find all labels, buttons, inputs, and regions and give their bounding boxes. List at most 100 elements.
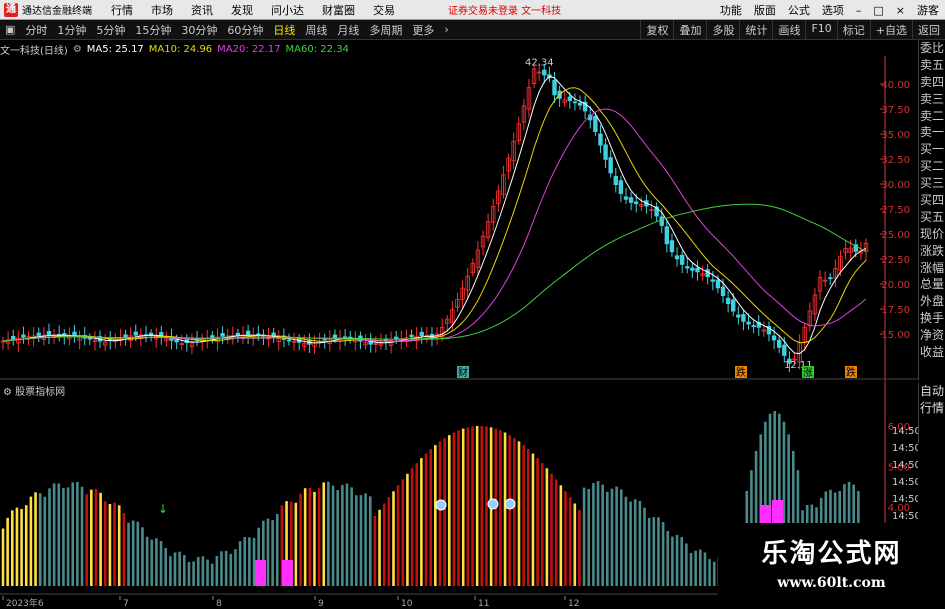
menu-item-discover[interactable]: 发现 xyxy=(222,2,262,18)
ma20-line xyxy=(2,108,867,342)
guest-label[interactable]: 游客 xyxy=(911,2,945,18)
restore-icon[interactable]: □ xyxy=(867,4,889,17)
candle-body xyxy=(286,339,292,342)
candle-body xyxy=(174,339,179,343)
candle-body xyxy=(776,339,782,348)
sidebar-item-11[interactable]: 现价 xyxy=(919,226,945,243)
indicator-name: 股票指标网 xyxy=(15,387,66,398)
candle-body xyxy=(679,254,685,265)
btn-back[interactable]: 返回 xyxy=(912,20,945,40)
sidebar-item-1[interactable]: 卖五 xyxy=(919,57,945,74)
settings-icon[interactable]: ⚙ xyxy=(3,387,15,398)
time-tick: 14:50 xyxy=(892,494,918,505)
close-icon[interactable]: × xyxy=(890,4,911,17)
watermark-title: 乐淘公式网 xyxy=(761,539,902,569)
btn-mark[interactable]: 标记 xyxy=(836,20,870,40)
menu-item-wealth[interactable]: 财富圈 xyxy=(313,2,364,18)
menu-item-ask[interactable]: 问小达 xyxy=(262,2,313,18)
watermark: 乐淘公式网 www.60lt.com xyxy=(718,523,945,609)
menu-toggle-icon[interactable]: ▣ xyxy=(0,23,20,36)
btn-overlay[interactable]: 叠加 xyxy=(673,20,706,40)
price-tick: 35.00 xyxy=(881,130,910,141)
time-tick: 14:50 xyxy=(892,477,918,488)
candle-body xyxy=(751,325,756,328)
axis-tick-label: 12 xyxy=(568,599,579,609)
time-tick: 14:50 xyxy=(892,443,918,454)
tab-intraday[interactable]: 分时 xyxy=(20,22,52,38)
kline-chart[interactable]: 40.00 37.50 35.00 32.50 30.00 27.50 25.00 22.50… xyxy=(0,40,918,380)
signal-dot xyxy=(487,498,499,510)
menu-item-trade[interactable]: 交易 xyxy=(364,2,404,18)
tab-5min[interactable]: 5分钟 xyxy=(91,22,130,38)
menu-options[interactable]: 选项 xyxy=(816,2,850,18)
sidebar-item-18[interactable]: 收益 xyxy=(919,344,945,361)
tab-1min[interactable]: 1分钟 xyxy=(52,22,91,38)
signal-dot xyxy=(435,499,447,511)
sidebar-item-7[interactable]: 买二 xyxy=(919,158,945,175)
settings-icon[interactable]: ⚙ xyxy=(73,44,82,55)
candle-body xyxy=(245,330,251,336)
sidebar-item-10[interactable]: 买五 xyxy=(919,209,945,226)
tab-daily[interactable]: 日线 xyxy=(268,22,300,38)
candle-body xyxy=(133,331,138,336)
sidebar-item-12[interactable]: 涨跌 xyxy=(919,243,945,260)
title-bar: 通 通达信金融终端 行情 市场 资讯 发现 问小达 财富圈 交易 证券交易未登录… xyxy=(0,0,945,20)
price-tick: 30.00 xyxy=(881,180,910,191)
btn-stats[interactable]: 统计 xyxy=(739,20,772,40)
time-tick: 14:50 xyxy=(892,511,918,522)
menu-item-news[interactable]: 资讯 xyxy=(182,2,222,18)
btn-adjust[interactable]: 复权 xyxy=(640,20,673,40)
tab-monthly[interactable]: 月线 xyxy=(332,22,364,38)
candle-body xyxy=(21,334,26,338)
tab-60min[interactable]: 60分钟 xyxy=(222,22,268,38)
event-marker: 跌 xyxy=(736,366,746,379)
candle-body xyxy=(741,314,746,322)
menu-layout[interactable]: 版面 xyxy=(748,2,782,18)
menu-function[interactable]: 功能 xyxy=(714,2,748,18)
tab-weekly[interactable]: 周线 xyxy=(300,22,332,38)
btn-f10[interactable]: F10 xyxy=(805,20,836,40)
signal-block xyxy=(282,560,293,586)
sidebar-auto[interactable]: 自动 xyxy=(919,383,945,400)
price-tick: 32.50 xyxy=(881,155,910,166)
btn-multi-stock[interactable]: 多股 xyxy=(706,20,739,40)
candle-body xyxy=(659,216,664,226)
sidebar-item-16[interactable]: 换手 xyxy=(919,310,945,327)
tab-multi-period[interactable]: 多周期 xyxy=(364,22,407,38)
candle-body xyxy=(613,176,618,186)
sidebar-item-13[interactable]: 涨幅 xyxy=(919,260,945,277)
sidebar-item-8[interactable]: 买三 xyxy=(919,175,945,192)
sidebar-item-15[interactable]: 外盘 xyxy=(919,293,945,310)
chevron-right-icon[interactable]: › xyxy=(439,23,453,36)
sidebar-item-9[interactable]: 买四 xyxy=(919,192,945,209)
price-tick: 40.00 xyxy=(881,80,910,91)
ma60-line xyxy=(2,203,867,342)
menu-item-market[interactable]: 行情 xyxy=(102,2,142,18)
tab-30min[interactable]: 30分钟 xyxy=(176,22,222,38)
candle-body xyxy=(771,335,777,341)
sidebar-item-5[interactable]: 卖一 xyxy=(919,124,945,141)
minimize-icon[interactable]: – xyxy=(850,4,868,17)
login-alert[interactable]: 证券交易未登录 文一科技 xyxy=(448,2,561,17)
candle-body xyxy=(634,201,639,205)
btn-draw[interactable]: 画线 xyxy=(772,20,805,40)
sidebar-quote[interactable]: 行情 xyxy=(919,400,945,417)
time-tick: 14:50 xyxy=(892,426,918,437)
menu-formula[interactable]: 公式 xyxy=(782,2,816,18)
price-tick: 25.00 xyxy=(881,230,910,241)
sidebar-item-2[interactable]: 卖四 xyxy=(919,74,945,91)
candle-body xyxy=(36,332,41,336)
tab-more[interactable]: 更多 xyxy=(407,22,439,38)
sidebar-item-17[interactable]: 净资 xyxy=(919,327,945,344)
menu-item-markets[interactable]: 市场 xyxy=(142,2,182,18)
tab-15min[interactable]: 15分钟 xyxy=(130,22,176,38)
sidebar-item-4[interactable]: 卖二 xyxy=(919,108,945,125)
sidebar-item-6[interactable]: 买一 xyxy=(919,141,945,158)
candle-body xyxy=(567,96,573,102)
btn-add-watchlist[interactable]: +自选 xyxy=(869,20,912,40)
sidebar-item-0[interactable]: 委比 xyxy=(919,40,945,57)
sidebar-item-14[interactable]: 总量 xyxy=(919,276,945,293)
stock-title: 文一科技(日线) xyxy=(0,45,68,57)
ma10-label: MA10: 24.96 xyxy=(148,43,213,55)
sidebar-item-3[interactable]: 卖三 xyxy=(919,91,945,108)
